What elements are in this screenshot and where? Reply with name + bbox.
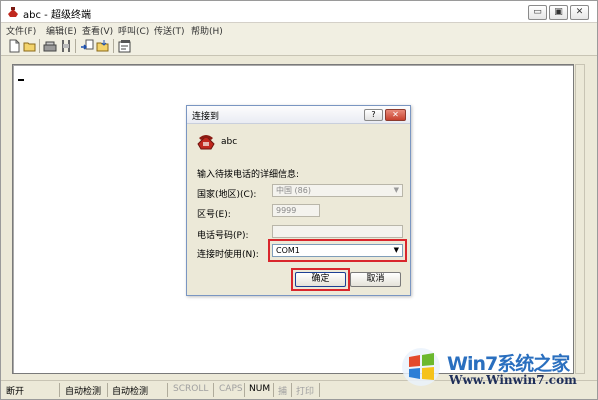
send-icon[interactable] xyxy=(80,39,94,53)
new-icon[interactable] xyxy=(7,39,21,53)
menu-help[interactable]: 帮助(H) xyxy=(191,24,223,37)
windows-logo-icon xyxy=(402,348,440,386)
status-num: NUM xyxy=(249,384,271,394)
title-bar[interactable]: abc - 超级终端 ▭ ▣ ✕ xyxy=(1,1,597,23)
area-code-value: 9999 xyxy=(276,206,297,215)
area-code-label: 区号(E): xyxy=(197,210,231,220)
cancel-button[interactable]: 取消 xyxy=(350,272,401,287)
status-connection: 断开 xyxy=(6,387,25,397)
dialog-close-button[interactable]: ✕ xyxy=(385,109,406,121)
minimize-button[interactable]: ▭ xyxy=(528,5,547,20)
toolbar xyxy=(1,37,597,56)
status-separator xyxy=(59,383,60,397)
status-separator xyxy=(291,383,292,397)
receive-icon[interactable] xyxy=(96,39,110,53)
dialog-title: 连接到 xyxy=(192,112,220,122)
connect-using-highlight xyxy=(268,239,407,262)
watermark-url: Www.Winwin7.com xyxy=(449,373,577,387)
status-separator xyxy=(213,383,214,397)
country-value: 中国 (86) xyxy=(276,186,311,195)
status-auto-detect-2: 自动检测 xyxy=(112,387,149,397)
close-button[interactable]: ✕ xyxy=(570,5,589,20)
toolbar-separator xyxy=(113,39,114,53)
watermark-brand: Win7系统之家 xyxy=(447,353,570,375)
menu-view[interactable]: 查看(V) xyxy=(82,24,113,37)
hyperterminal-window: abc - 超级终端 ▭ ▣ ✕ 文件(F) 编辑(E) 查看(V) 呼叫(C)… xyxy=(0,0,598,400)
text-cursor xyxy=(18,79,24,81)
toolbar-separator xyxy=(75,39,76,53)
connection-name: abc xyxy=(221,137,238,147)
connect-to-dialog: 连接到 ? ✕ abc 输入待拨电话的详细信息: 国家(地区)(C): 中国 (… xyxy=(186,105,411,296)
status-separator xyxy=(167,383,168,397)
status-auto-detect-1: 自动检测 xyxy=(65,387,102,397)
country-select[interactable]: 中国 (86) ▼ xyxy=(272,184,403,197)
status-separator xyxy=(273,383,274,397)
connect-icon[interactable] xyxy=(43,39,57,53)
ok-button-highlight xyxy=(291,268,350,291)
status-capture: 捕 xyxy=(278,387,288,397)
open-icon[interactable] xyxy=(23,39,37,53)
menu-file[interactable]: 文件(F) xyxy=(6,24,36,37)
menu-bar: 文件(F) 编辑(E) 查看(V) 呼叫(C) 传送(T) 帮助(H) xyxy=(1,23,597,37)
area-code-field[interactable]: 9999 xyxy=(272,204,320,217)
menu-edit[interactable]: 编辑(E) xyxy=(46,24,77,37)
maximize-button[interactable]: ▣ xyxy=(549,5,568,20)
dialog-prompt: 输入待拨电话的详细信息: xyxy=(197,170,300,180)
menu-transfer[interactable]: 传送(T) xyxy=(154,24,185,37)
status-print: 打印 xyxy=(296,387,315,397)
dialog-help-button[interactable]: ? xyxy=(364,109,383,121)
connect-using-label: 连接时使用(N): xyxy=(197,250,259,260)
status-separator xyxy=(107,383,108,397)
disconnect-icon[interactable] xyxy=(59,39,73,53)
status-separator xyxy=(244,383,245,397)
phone-number-label: 电话号码(P): xyxy=(197,231,249,241)
chevron-down-icon: ▼ xyxy=(393,186,399,194)
hyperterminal-app-icon xyxy=(8,7,18,17)
phone-icon xyxy=(197,135,215,150)
properties-icon[interactable] xyxy=(118,39,132,53)
status-separator xyxy=(319,383,320,397)
menu-call[interactable]: 呼叫(C) xyxy=(118,24,149,37)
window-title: abc - 超级终端 xyxy=(23,10,91,21)
vertical-scrollbar[interactable] xyxy=(575,64,585,374)
phone-number-field[interactable] xyxy=(272,225,403,238)
country-label: 国家(地区)(C): xyxy=(197,190,257,200)
dialog-title-bar[interactable]: 连接到 ? ✕ xyxy=(187,106,410,124)
toolbar-separator xyxy=(39,39,40,53)
status-caps: CAPS xyxy=(219,384,243,394)
status-scroll: SCROLL xyxy=(173,384,209,394)
